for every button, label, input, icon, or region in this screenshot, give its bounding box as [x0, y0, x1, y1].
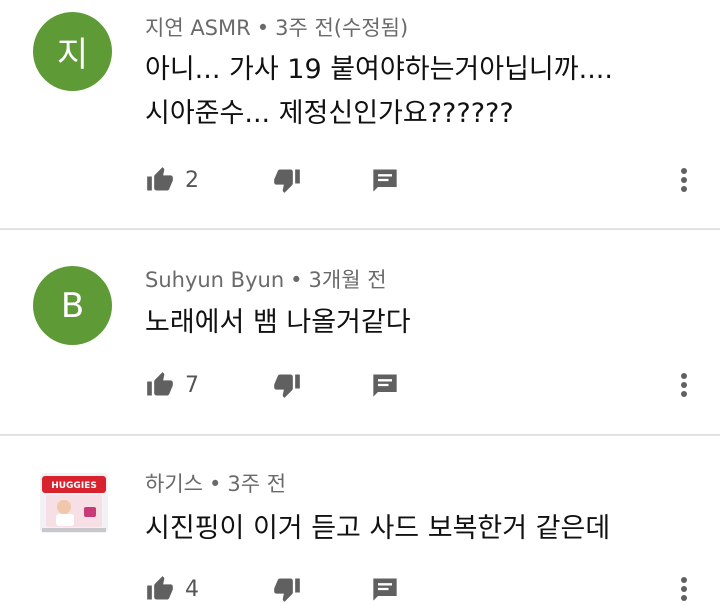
- reply-icon: [373, 169, 397, 192]
- comment-actions: 7: [145, 368, 715, 402]
- reply-button[interactable]: [371, 572, 399, 606]
- comment-actions: 2: [145, 163, 715, 197]
- meta-separator: •: [208, 472, 222, 496]
- thumbs-up-icon: [147, 372, 173, 396]
- like-count: 2: [185, 167, 199, 193]
- comment-text: 아니... 가사 19 붙여야하는거아닙니까.... 시아준수... 제정신인가…: [145, 48, 613, 136]
- comment-item: B Suhyun Byun • 3개월 전 노래에서 뱀 나올거같다 7: [0, 230, 720, 434]
- dislike-button[interactable]: [272, 572, 302, 606]
- thumbs-down-icon: [274, 169, 300, 193]
- comment-text: 시진핑이 이거 듣고 사드 보복한거 같은데: [145, 507, 610, 551]
- avatar-letter: 지: [56, 35, 89, 75]
- avatar-letter: B: [60, 285, 85, 326]
- comment-time: 3개월 전: [308, 268, 387, 292]
- comment-actions: 4: [145, 572, 715, 606]
- more-options-button[interactable]: [671, 368, 697, 402]
- more-options-button[interactable]: [671, 572, 697, 606]
- avatar[interactable]: B: [33, 266, 112, 345]
- author-name[interactable]: Suhyun Byun: [145, 268, 284, 292]
- comment-line: 노래에서 뱀 나올거같다: [145, 307, 411, 338]
- like-button[interactable]: 4: [145, 572, 199, 606]
- more-options-button[interactable]: [671, 163, 697, 197]
- avatar[interactable]: 지: [33, 12, 112, 91]
- comment-time: 3주 전(수정됨): [275, 16, 409, 40]
- reply-button[interactable]: [371, 163, 399, 197]
- like-count: 7: [185, 372, 199, 398]
- comment-text: 노래에서 뱀 나올거같다: [145, 301, 411, 345]
- comment-meta: 하기스 • 3주 전: [145, 468, 286, 498]
- avatar[interactable]: HUGGIES: [40, 473, 108, 533]
- svg-text:HUGGIES: HUGGIES: [51, 481, 97, 491]
- dislike-button[interactable]: [272, 163, 302, 197]
- thumbs-down-icon: [274, 374, 300, 398]
- comment-time: 3주 전: [227, 472, 287, 496]
- like-button[interactable]: 2: [145, 163, 199, 197]
- thumbs-up-icon: [147, 576, 173, 600]
- meta-separator: •: [290, 268, 303, 292]
- like-count: 4: [185, 576, 199, 602]
- dislike-button[interactable]: [272, 368, 302, 402]
- comment-line: 시진핑이 이거 듣고 사드 보복한거 같은데: [145, 513, 611, 544]
- comment-line: 시아준수... 제정신인가요??????: [145, 98, 514, 129]
- reply-icon: [373, 578, 397, 601]
- more-vert-icon: [681, 168, 687, 192]
- comment-meta: 지연 ASMR • 3주 전(수정됨): [145, 12, 408, 42]
- comment-item: HUGGIES 하기스 • 3주 전 시진핑이 이거 듣고 사드 보복한거 같은데 …: [0, 436, 720, 612]
- comment-list: 지 지연 ASMR • 3주 전(수정됨) 아니... 가사 19 붙여야하는거아닙…: [0, 0, 720, 612]
- more-vert-icon: [681, 577, 687, 601]
- author-name[interactable]: 지연 ASMR: [145, 16, 251, 40]
- thumbs-down-icon: [274, 578, 300, 602]
- comment-meta: Suhyun Byun • 3개월 전: [145, 264, 387, 294]
- comment-item: 지 지연 ASMR • 3주 전(수정됨) 아니... 가사 19 붙여야하는거아닙…: [0, 0, 720, 228]
- author-name[interactable]: 하기스: [145, 472, 203, 496]
- reply-icon: [373, 374, 397, 397]
- reply-button[interactable]: [371, 368, 399, 402]
- thumbs-up-icon: [147, 167, 173, 191]
- like-button[interactable]: 7: [145, 368, 199, 402]
- comment-line: 아니... 가사 19 붙여야하는거아닙니까....: [145, 54, 613, 85]
- more-vert-icon: [681, 373, 687, 397]
- diaper-package-image: HUGGIES: [40, 473, 108, 533]
- meta-separator: •: [256, 16, 270, 40]
